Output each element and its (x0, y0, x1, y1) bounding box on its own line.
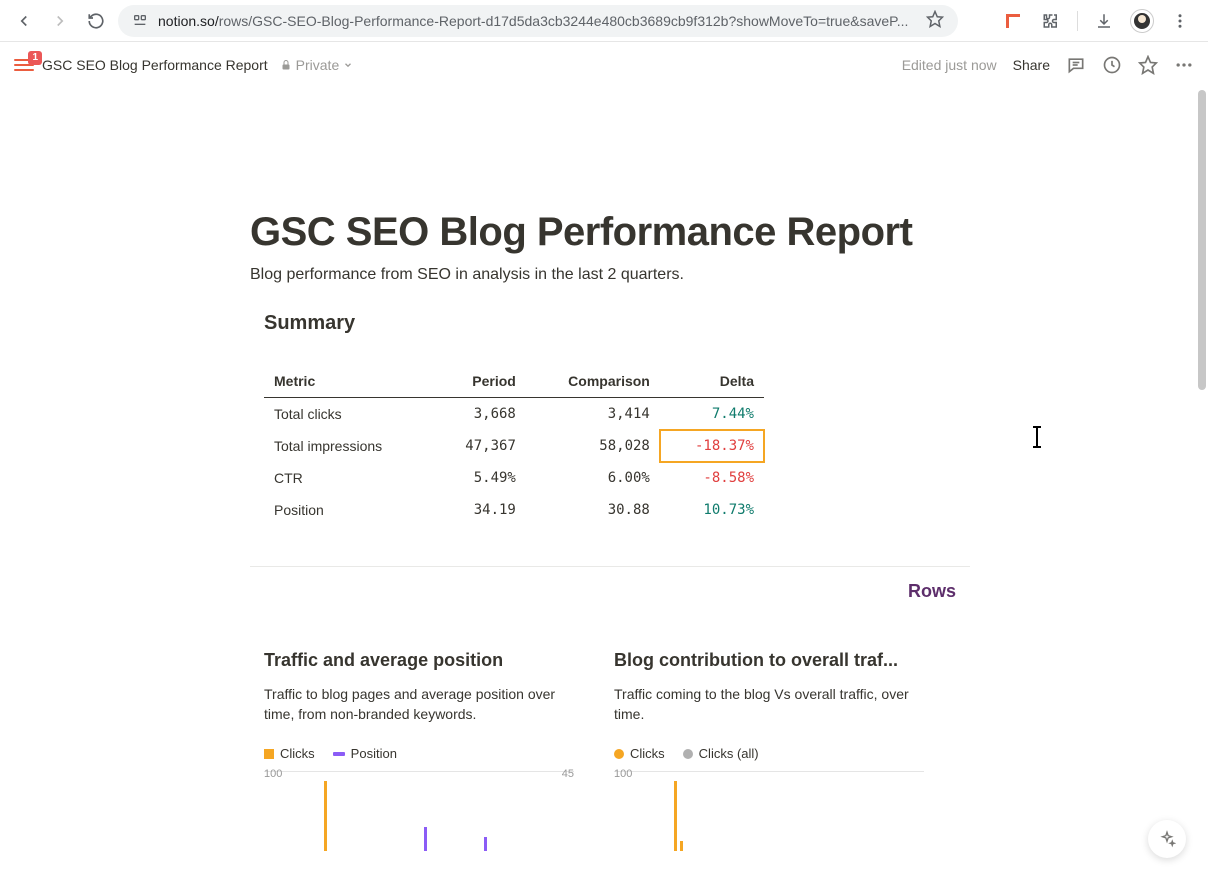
rows-brand[interactable]: Rows (250, 581, 970, 602)
ai-assist-button[interactable] (1148, 820, 1186, 858)
summary-table[interactable]: Metric Period Comparison Delta Total cli… (264, 365, 764, 526)
legend-item: Clicks (all) (683, 746, 759, 761)
cell-comparison[interactable]: 58,028 (526, 430, 660, 462)
chart-title: Blog contribution to overall traf... (614, 650, 924, 671)
chart-desc: Traffic coming to the blog Vs overall tr… (614, 685, 924, 724)
extension-icon[interactable] (1001, 9, 1025, 33)
scrollbar[interactable] (1198, 90, 1206, 390)
privacy-badge[interactable]: Private (280, 57, 354, 73)
page-content: GSC SEO Blog Performance Report Blog per… (250, 208, 970, 880)
chart-legend: Clicks Position (264, 746, 574, 761)
profile-avatar[interactable] (1130, 9, 1154, 33)
browser-menu-icon[interactable] (1168, 9, 1192, 33)
legend-label: Clicks (630, 746, 665, 761)
cell-period[interactable]: 34.19 (433, 494, 526, 526)
page-icon[interactable]: 1 (14, 57, 34, 73)
url-text: notion.so/rows/GSC-SEO-Blog-Performance-… (158, 13, 916, 29)
y-axis-label: 100 (614, 768, 632, 780)
content-scroll-area[interactable]: GSC SEO Blog Performance Report Blog per… (0, 88, 1208, 880)
chart-desc: Traffic to blog pages and average positi… (264, 685, 574, 724)
cell-metric[interactable]: Total clicks (264, 398, 433, 431)
legend-swatch-gray-dot-icon (683, 749, 693, 759)
legend-item: Clicks (264, 746, 315, 761)
chart-bar (424, 827, 427, 851)
cell-delta[interactable]: -18.37% (660, 430, 764, 462)
reload-button[interactable] (82, 7, 110, 35)
table-header-row: Metric Period Comparison Delta (264, 365, 764, 398)
cell-delta[interactable]: 10.73% (660, 494, 764, 526)
chart-bar (324, 781, 327, 851)
site-settings-icon (132, 13, 148, 29)
legend-label: Clicks (280, 746, 315, 761)
col-delta: Delta (660, 365, 764, 398)
sparkle-icon (1158, 830, 1176, 848)
col-metric: Metric (264, 365, 433, 398)
text-cursor (1036, 428, 1038, 446)
table-row[interactable]: Total clicks3,6683,4147.44% (264, 398, 764, 431)
chevron-down-icon (343, 60, 353, 70)
chart-canvas: 100 (614, 771, 924, 851)
chart-bar (484, 837, 487, 851)
bookmark-star-icon[interactable] (926, 10, 944, 31)
lock-icon (280, 59, 292, 71)
y-axis-label: 100 (264, 768, 282, 780)
cell-delta[interactable]: -8.58% (660, 462, 764, 494)
cell-comparison[interactable]: 6.00% (526, 462, 660, 494)
cell-period[interactable]: 47,367 (433, 430, 526, 462)
chart-legend: Clicks Clicks (all) (614, 746, 924, 761)
legend-swatch-purple-icon (333, 752, 345, 756)
legend-item: Clicks (614, 746, 665, 761)
more-menu-icon[interactable] (1174, 55, 1194, 75)
browser-toolbar: notion.so/rows/GSC-SEO-Blog-Performance-… (0, 0, 1208, 42)
downloads-icon[interactable] (1092, 9, 1116, 33)
comments-icon[interactable] (1066, 55, 1086, 75)
table-row[interactable]: Position34.1930.8810.73% (264, 494, 764, 526)
legend-swatch-orange-dot-icon (614, 749, 624, 759)
chart-bar (674, 781, 677, 851)
forward-button[interactable] (46, 7, 74, 35)
url-bar[interactable]: notion.so/rows/GSC-SEO-Blog-Performance-… (118, 5, 958, 37)
page-subtitle[interactable]: Blog performance from SEO in analysis in… (250, 266, 970, 284)
col-comparison: Comparison (526, 365, 660, 398)
chart-bar (680, 841, 683, 851)
page-title[interactable]: GSC SEO Blog Performance Report (250, 208, 970, 256)
table-row[interactable]: Total impressions47,36758,028-18.37% (264, 430, 764, 462)
chart-title: Traffic and average position (264, 650, 574, 671)
edited-timestamp: Edited just now (902, 57, 997, 73)
legend-label: Position (351, 746, 397, 761)
cell-metric[interactable]: Total impressions (264, 430, 433, 462)
table-row[interactable]: CTR5.49%6.00%-8.58% (264, 462, 764, 494)
separator (1077, 11, 1078, 31)
favorite-star-icon[interactable] (1138, 55, 1158, 75)
cell-period[interactable]: 5.49% (433, 462, 526, 494)
cell-delta[interactable]: 7.44% (660, 398, 764, 431)
updates-clock-icon[interactable] (1102, 55, 1122, 75)
chart-blog-contribution[interactable]: Blog contribution to overall traf... Tra… (614, 650, 924, 851)
legend-swatch-orange-icon (264, 749, 274, 759)
breadcrumb-title[interactable]: GSC SEO Blog Performance Report (42, 57, 268, 73)
charts-row: Traffic and average position Traffic to … (264, 650, 970, 851)
cell-comparison[interactable]: 3,414 (526, 398, 660, 431)
cell-comparison[interactable]: 30.88 (526, 494, 660, 526)
cell-metric[interactable]: Position (264, 494, 433, 526)
divider (250, 566, 970, 567)
privacy-label: Private (296, 57, 340, 73)
share-button[interactable]: Share (1013, 57, 1050, 73)
legend-item: Position (333, 746, 397, 761)
y-axis-label-right: 45 (562, 768, 574, 780)
notion-topbar: 1 GSC SEO Blog Performance Report Privat… (0, 42, 1208, 88)
back-button[interactable] (10, 7, 38, 35)
cell-period[interactable]: 3,668 (433, 398, 526, 431)
legend-label: Clicks (all) (699, 746, 759, 761)
summary-heading[interactable]: Summary (264, 312, 970, 335)
chart-canvas: 100 45 (264, 771, 574, 851)
chart-traffic-position[interactable]: Traffic and average position Traffic to … (264, 650, 574, 851)
extensions-puzzle-icon[interactable] (1039, 9, 1063, 33)
cell-metric[interactable]: CTR (264, 462, 433, 494)
notification-badge: 1 (28, 51, 42, 65)
col-period: Period (433, 365, 526, 398)
